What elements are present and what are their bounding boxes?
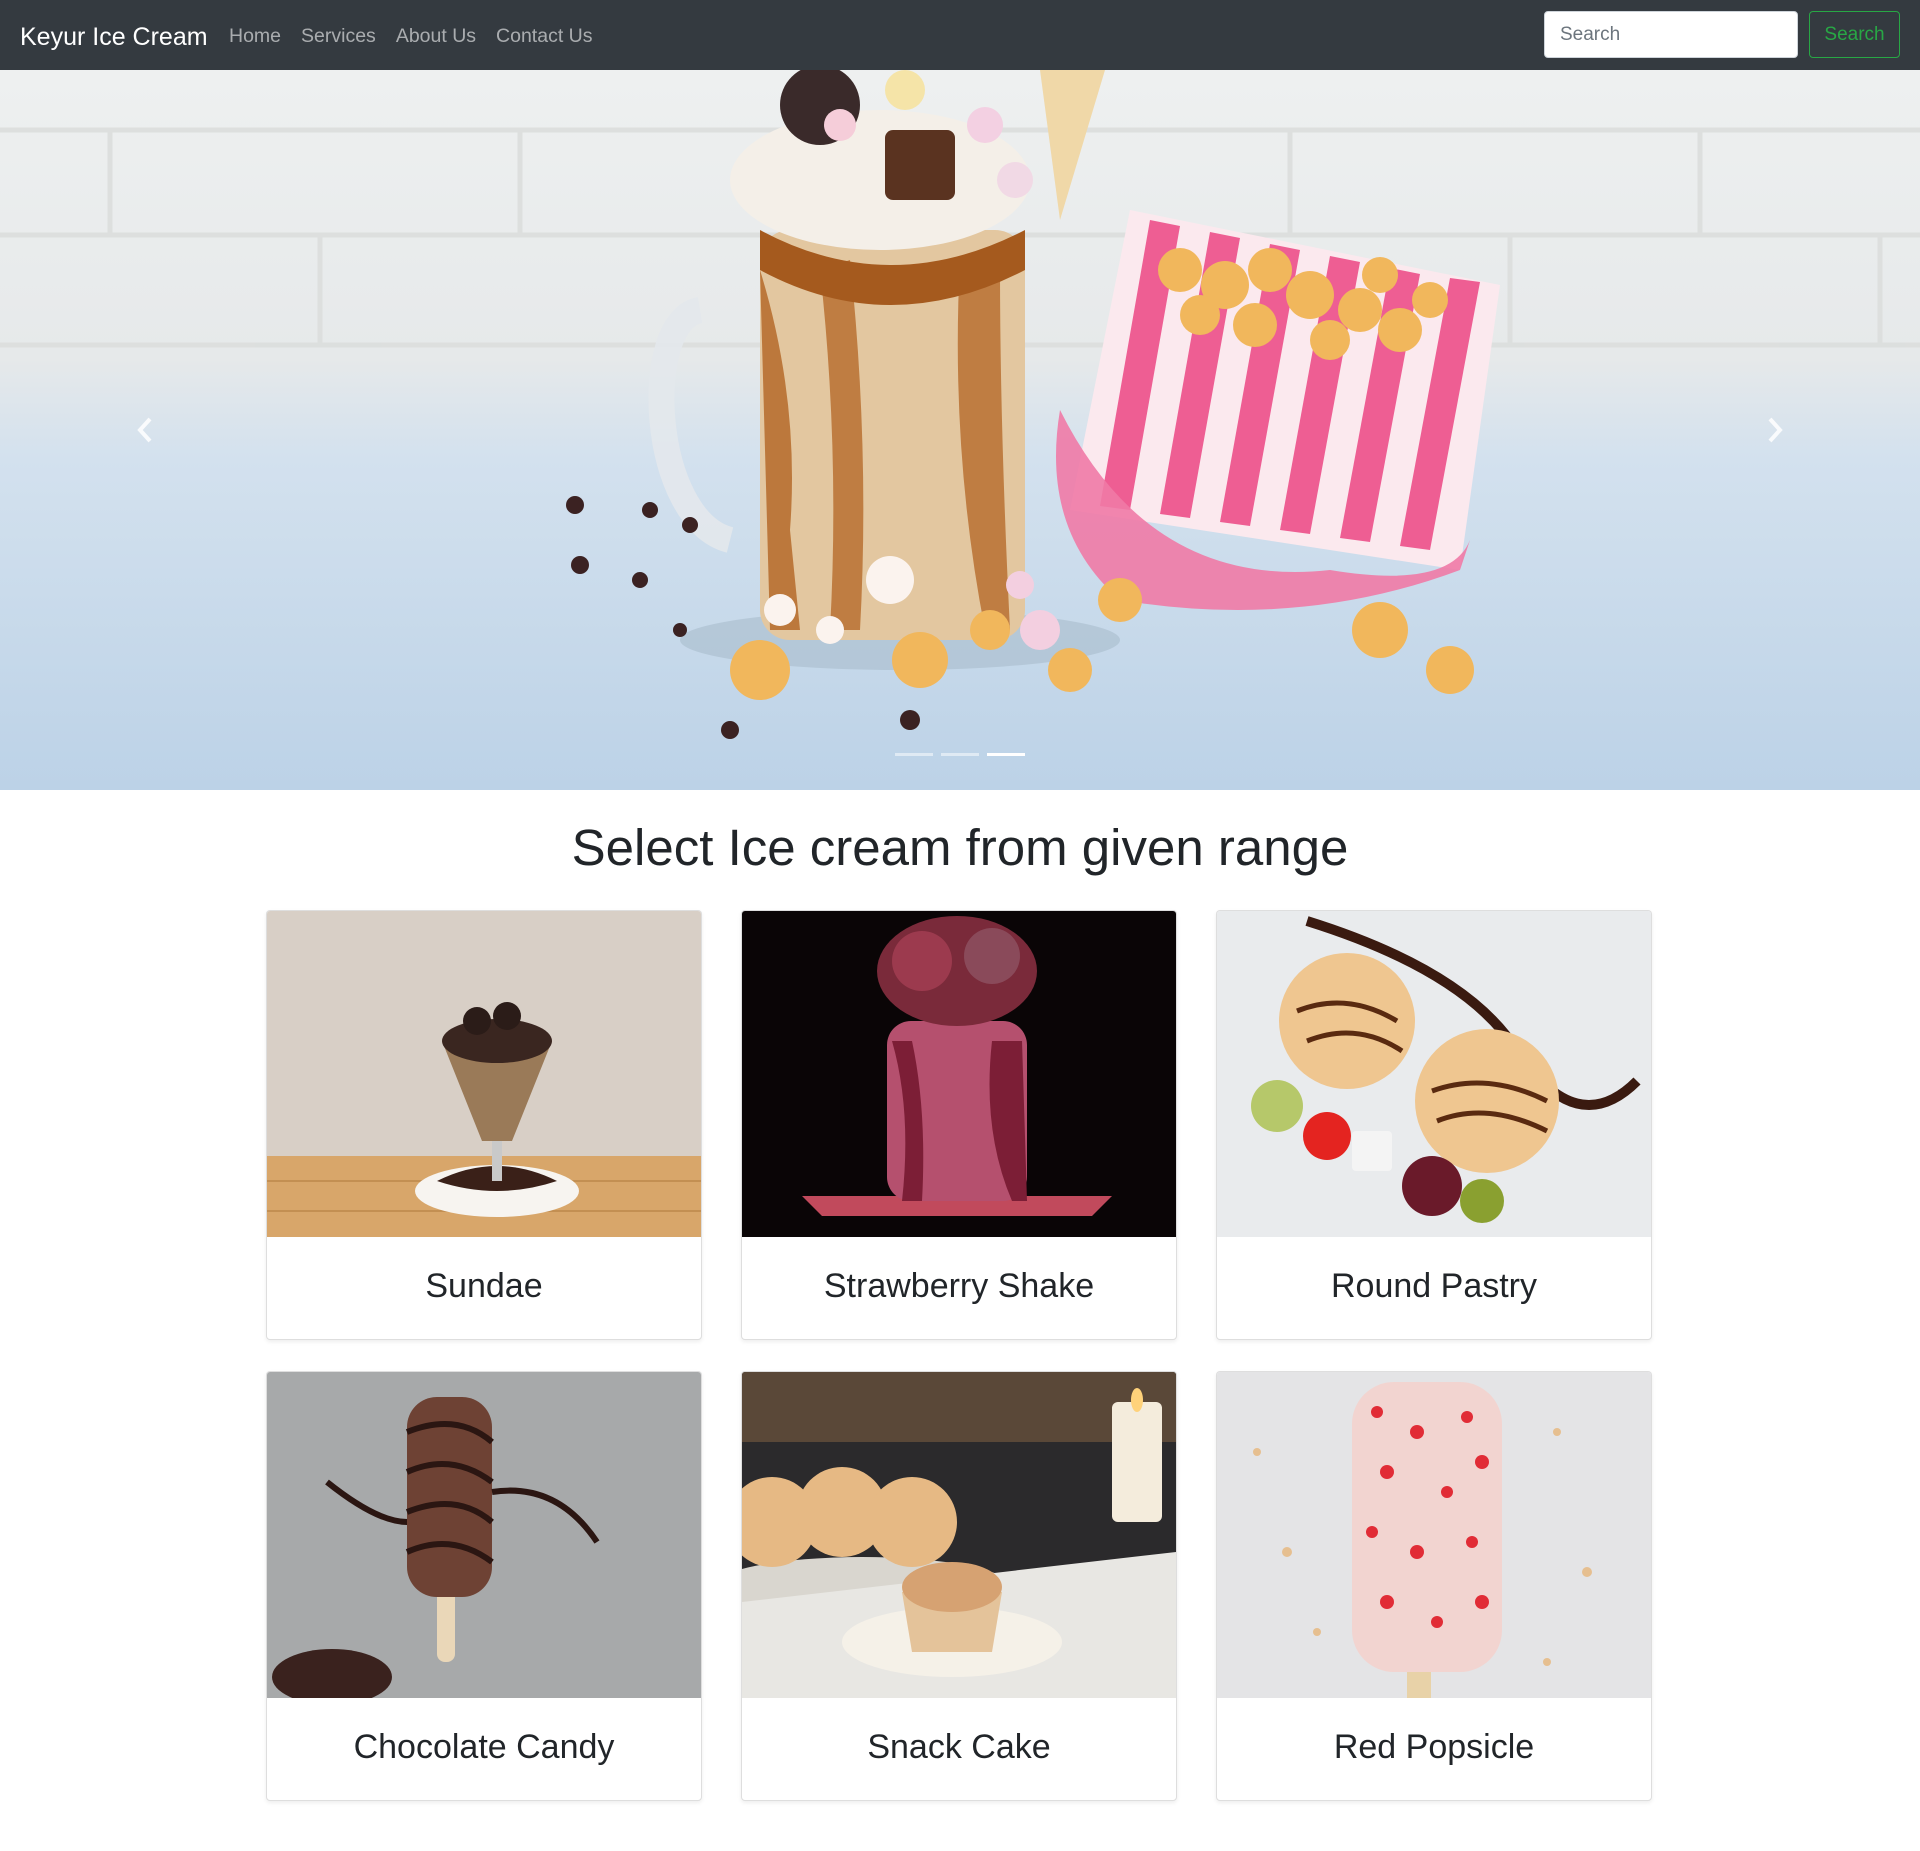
product-image-snack-cake <box>742 1372 1176 1698</box>
navbar: Keyur Ice Cream Home Services About Us C… <box>0 0 1920 70</box>
nav-link-services[interactable]: Services <box>301 0 376 70</box>
section-title: Select Ice cream from given range <box>571 819 1349 876</box>
search-button[interactable]: Search <box>1809 11 1900 58</box>
product-card-snack-cake[interactable]: Snack Cake <box>741 1371 1177 1801</box>
product-image-round-pastry <box>1217 911 1651 1237</box>
chevron-right-icon <box>1768 417 1783 443</box>
brand-logo[interactable]: Keyur Ice Cream <box>20 0 208 70</box>
nav-link-home[interactable]: Home <box>229 0 281 70</box>
carousel-indicator-3[interactable] <box>987 753 1025 756</box>
product-card-round-pastry[interactable]: Round Pastry <box>1216 910 1652 1340</box>
product-title: Red Popsicle <box>1333 1728 1535 1766</box>
product-image-sundae <box>267 911 701 1237</box>
product-image-red-popsicle <box>1217 1372 1651 1698</box>
product-title: Chocolate Candy <box>353 1728 615 1766</box>
product-title: Snack Cake <box>867 1728 1051 1766</box>
product-title: Round Pastry <box>1331 1267 1537 1305</box>
product-card-strawberry-shake[interactable]: Strawberry Shake <box>741 910 1177 1340</box>
carousel-indicator-1[interactable] <box>895 753 933 756</box>
hero-carousel <box>0 70 1920 790</box>
carousel-next-button[interactable] <box>1630 70 1920 790</box>
carousel-prev-button[interactable] <box>0 70 290 790</box>
chevron-left-icon <box>137 417 152 443</box>
product-image-chocolate-candy <box>267 1372 701 1698</box>
nav-link-contact-us[interactable]: Contact Us <box>496 0 592 70</box>
product-title: Sundae <box>425 1267 543 1305</box>
carousel-indicators <box>0 753 1920 756</box>
product-card-red-popsicle[interactable]: Red Popsicle <box>1216 1371 1652 1801</box>
product-card-chocolate-candy[interactable]: Chocolate Candy <box>266 1371 702 1801</box>
search-input[interactable] <box>1544 11 1798 58</box>
nav-link-about-us[interactable]: About Us <box>396 0 476 70</box>
nav-links: Home Services About Us Contact Us <box>229 0 612 70</box>
product-image-strawberry-shake <box>742 911 1176 1237</box>
product-card-sundae[interactable]: Sundae <box>266 910 702 1340</box>
product-title: Strawberry Shake <box>823 1267 1095 1305</box>
carousel-indicator-2[interactable] <box>941 753 979 756</box>
